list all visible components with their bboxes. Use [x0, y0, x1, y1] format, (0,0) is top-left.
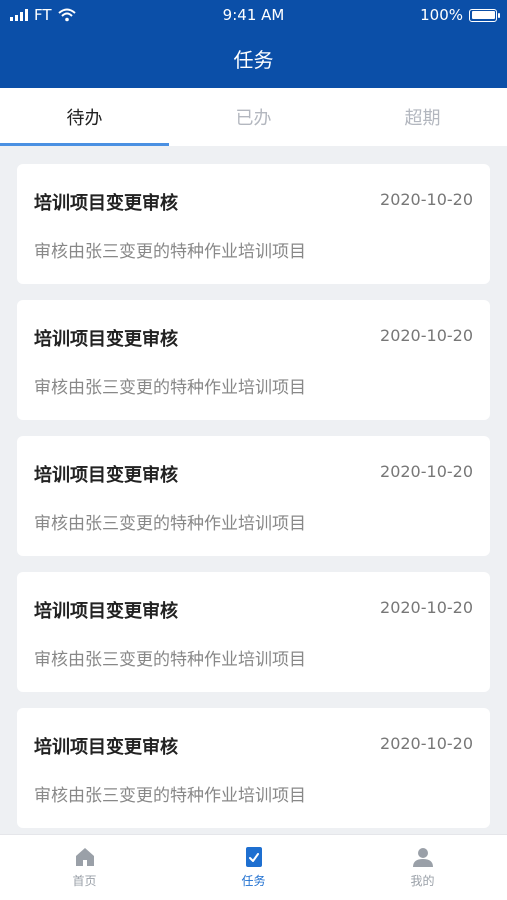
- task-date: 2020-10-20: [380, 734, 473, 753]
- task-title: 培训项目变更审核: [34, 329, 178, 350]
- task-card[interactable]: 培训项目变更审核 2020-10-20 审核由张三变更的特种作业培训项目: [17, 708, 490, 828]
- task-title: 培训项目变更审核: [34, 465, 178, 486]
- task-card[interactable]: 培训项目变更审核 2020-10-20 审核由张三变更的特种作业培训项目: [17, 164, 490, 284]
- status-right: 100%: [420, 6, 500, 24]
- task-title: 培训项目变更审核: [34, 601, 178, 622]
- nav-profile[interactable]: 我的: [338, 835, 507, 900]
- task-card[interactable]: 培训项目变更审核 2020-10-20 审核由张三变更的特种作业培训项目: [17, 572, 490, 692]
- task-description: 审核由张三变更的特种作业培训项目: [34, 650, 306, 670]
- nav-profile-label: 我的: [410, 874, 435, 888]
- home-icon: [75, 848, 94, 866]
- task-date: 2020-10-20: [380, 462, 473, 481]
- tab-done[interactable]: 已办: [169, 88, 338, 146]
- task-date: 2020-10-20: [380, 598, 473, 617]
- task-title: 培训项目变更审核: [34, 193, 178, 214]
- task-date: 2020-10-20: [380, 190, 473, 209]
- task-description: 审核由张三变更的特种作业培训项目: [34, 514, 306, 534]
- battery-icon: [469, 8, 500, 22]
- task-icon: [245, 847, 262, 867]
- page-title: 任务: [233, 48, 274, 72]
- tab-overdue[interactable]: 超期: [338, 88, 507, 146]
- task-description: 审核由张三变更的特种作业培训项目: [34, 786, 306, 806]
- user-icon: [412, 848, 433, 867]
- task-card[interactable]: 培训项目变更审核 2020-10-20 审核由张三变更的特种作业培训项目: [17, 436, 490, 556]
- battery-percent: 100%: [420, 6, 463, 24]
- task-tabs: 待办 已办 超期: [0, 88, 507, 146]
- status-bar: FT 9:41 AM 100%: [0, 0, 507, 30]
- task-title: 培训项目变更审核: [34, 737, 178, 758]
- task-date: 2020-10-20: [380, 326, 473, 345]
- task-card[interactable]: 培训项目变更审核 2020-10-20 审核由张三变更的特种作业培训项目: [17, 300, 490, 420]
- task-description: 审核由张三变更的特种作业培训项目: [34, 242, 306, 262]
- nav-tasks-label: 任务: [241, 874, 266, 888]
- nav-tasks[interactable]: 任务: [169, 835, 338, 900]
- nav-home-label: 首页: [72, 874, 97, 888]
- bottom-nav: 首页 任务 我的: [0, 834, 507, 900]
- app-header: FT 9:41 AM 100% 任务: [0, 0, 507, 88]
- task-description: 审核由张三变更的特种作业培训项目: [34, 378, 306, 398]
- task-list: 培训项目变更审核 2020-10-20 审核由张三变更的特种作业培训项目 培训项…: [17, 164, 490, 844]
- nav-home[interactable]: 首页: [0, 835, 169, 900]
- tab-pending[interactable]: 待办: [0, 88, 169, 146]
